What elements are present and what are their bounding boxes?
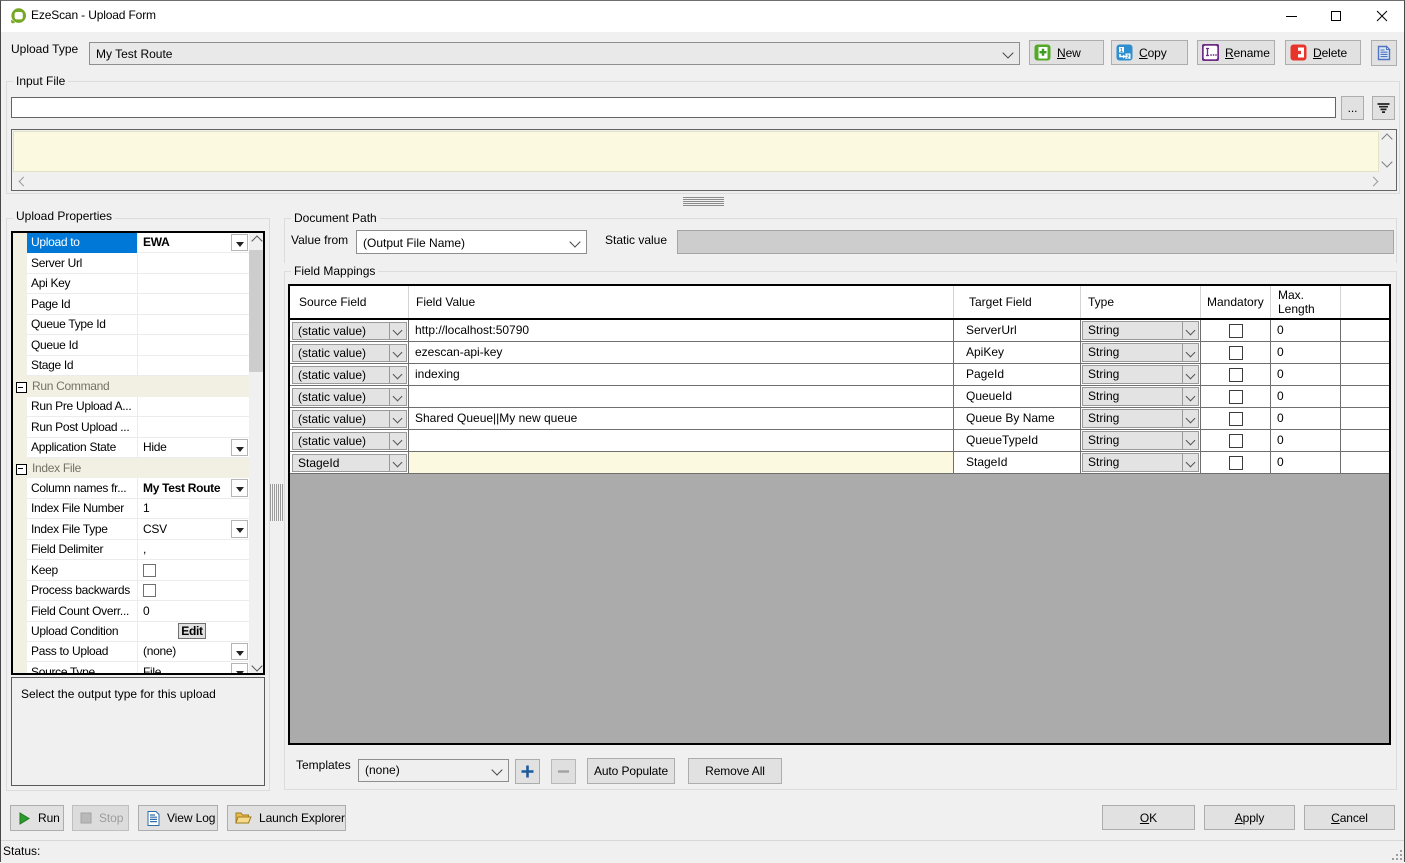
svg-text:1: 1 xyxy=(1120,48,1123,54)
svg-text:2: 2 xyxy=(1126,54,1129,60)
